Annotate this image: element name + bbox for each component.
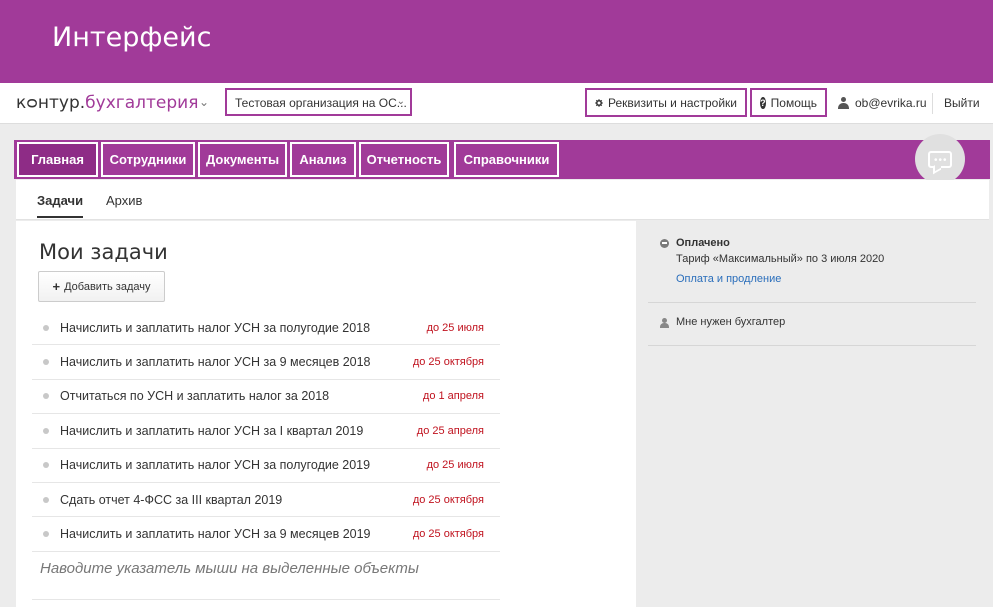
tasks-panel: Мои задачи + Добавить задачу Начислить и…	[16, 221, 636, 607]
task-due-date: до 1 апреля	[422, 390, 484, 403]
chat-icon: •••	[928, 150, 952, 168]
logout-link[interactable]: Выйти	[944, 96, 980, 110]
sub-navigation: Задачи Архив	[16, 180, 989, 220]
task-due-date: до 25 июля	[426, 459, 484, 472]
bullet-icon	[43, 531, 49, 538]
main-navigation: Главная Сотрудники Документы Анализ Отче…	[14, 140, 990, 179]
tab-references[interactable]: Справочники	[454, 142, 559, 177]
user-icon	[660, 318, 669, 328]
task-due-date: до 25 октября	[412, 493, 484, 506]
help-label: Помощь	[770, 95, 817, 110]
task-list: Начислить и заплатить налог УСН за полуг…	[32, 311, 500, 552]
banner-title: Интерфейс	[52, 22, 212, 53]
subscription-block: Оплачено Тариф «Максимальный» по 3 июля …	[648, 233, 976, 303]
task-text[interactable]: Сдать отчет 4-ФСС за III квартал 2019	[60, 493, 282, 507]
logo-accent: бухгалтерия	[85, 93, 199, 113]
logo-prefix: кᴑнтур.	[16, 93, 86, 113]
bullet-icon	[43, 496, 49, 503]
page-title: Мои задачи	[39, 240, 168, 264]
subtab-tasks[interactable]: Задачи	[37, 193, 84, 218]
task-text[interactable]: Начислить и заплатить налог УСН за I ква…	[60, 424, 363, 438]
tab-documents[interactable]: Документы	[198, 142, 287, 177]
task-item[interactable]: Сдать отчет 4-ФСС за III квартал 2019 до …	[32, 483, 500, 518]
top-bar: кᴑнтур.бухгалтерия ⌄ Тестовая организаци…	[0, 83, 993, 124]
subscription-tariff: Тариф «Максимальный» по 3 июля 2020	[676, 253, 885, 265]
help-icon: ?	[760, 96, 766, 109]
task-due-date: до 25 октября	[412, 528, 484, 541]
add-task-label: Добавить задачу	[64, 280, 151, 293]
need-accountant-link[interactable]: Мне нужен бухгалтер	[676, 316, 785, 328]
banner: Интерфейс	[0, 0, 993, 83]
status-icon	[660, 239, 669, 248]
gear-icon	[595, 98, 603, 107]
chevron-down-icon[interactable]: ⌄	[199, 95, 209, 109]
organization-select-value: Тестовая организация на ОС...	[235, 96, 407, 110]
accountant-block[interactable]: Мне нужен бухгалтер	[648, 304, 976, 346]
user-account[interactable]: ob@evrika.ru	[838, 96, 927, 110]
tab-employees[interactable]: Сотрудники	[101, 142, 195, 177]
settings-label: Реквизиты и настройки	[608, 95, 737, 110]
chevron-down-icon: ⌄	[396, 96, 405, 107]
task-due-date: до 25 октября	[412, 356, 484, 369]
payment-renewal-link[interactable]: Оплата и продление	[676, 273, 781, 285]
task-text[interactable]: Начислить и заплатить налог УСН за 9 мес…	[60, 527, 371, 541]
divider	[932, 93, 933, 114]
task-text[interactable]: Начислить и заплатить налог УСН за полуг…	[60, 321, 370, 335]
task-item[interactable]: Начислить и заплатить налог УСН за полуг…	[32, 311, 500, 346]
task-due-date: до 25 июля	[426, 321, 484, 334]
task-item[interactable]: Начислить и заплатить налог УСН за 9 мес…	[32, 345, 500, 380]
bullet-icon	[43, 359, 49, 366]
tab-home[interactable]: Главная	[17, 142, 98, 177]
tab-reports[interactable]: Отчетность	[359, 142, 449, 177]
task-text[interactable]: Начислить и заплатить налог УСН за 9 мес…	[60, 355, 371, 369]
subscription-status: Оплачено	[676, 237, 730, 249]
task-item[interactable]: Начислить и заплатить налог УСН за 9 мес…	[32, 517, 500, 552]
tab-analysis[interactable]: Анализ	[290, 142, 356, 177]
user-icon	[838, 97, 849, 109]
bullet-icon	[43, 393, 49, 400]
sidebar: Оплачено Тариф «Максимальный» по 3 июля …	[648, 221, 976, 607]
divider	[32, 599, 500, 600]
plus-icon: +	[52, 279, 61, 294]
subtab-archive[interactable]: Архив	[106, 193, 142, 208]
bullet-icon	[43, 324, 49, 331]
chat-button[interactable]: •••	[915, 134, 965, 184]
organization-select[interactable]: Тестовая организация на ОС... ⌄	[225, 88, 412, 116]
add-task-button[interactable]: + Добавить задачу	[38, 271, 165, 302]
task-text[interactable]: Начислить и заплатить налог УСН за полуг…	[60, 458, 370, 472]
task-item[interactable]: Начислить и заплатить налог УСН за I ква…	[32, 414, 500, 449]
bullet-icon	[43, 427, 49, 434]
logo[interactable]: кᴑнтур.бухгалтерия	[16, 93, 198, 113]
task-item[interactable]: Отчитаться по УСН и заплатить налог за 2…	[32, 380, 500, 415]
task-text[interactable]: Отчитаться по УСН и заплатить налог за 2…	[60, 389, 329, 403]
task-item[interactable]: Начислить и заплатить налог УСН за полуг…	[32, 449, 500, 483]
bullet-icon	[43, 462, 49, 469]
help-button[interactable]: ? Помощь	[750, 88, 827, 117]
hint-text: Наводите указатель мыши на выделенные об…	[40, 560, 419, 577]
user-email: ob@evrika.ru	[855, 96, 927, 110]
settings-button[interactable]: Реквизиты и настройки	[585, 88, 747, 117]
task-due-date: до 25 апреля	[416, 424, 484, 437]
